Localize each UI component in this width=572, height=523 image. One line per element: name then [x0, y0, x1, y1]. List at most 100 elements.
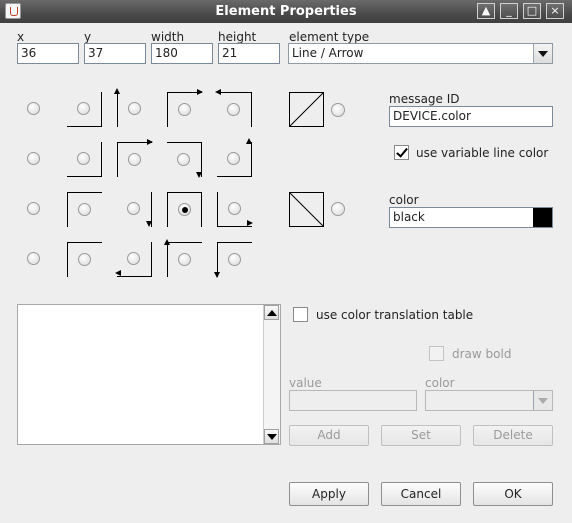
- line-style-radio[interactable]: [227, 152, 240, 165]
- y-label: y: [84, 30, 92, 44]
- line-style-radio[interactable]: [27, 102, 40, 115]
- diagonal-up-radio[interactable]: [331, 103, 345, 117]
- y-input[interactable]: 37: [84, 43, 146, 64]
- element-type-select[interactable]: Line / Arrow: [288, 43, 553, 64]
- diagonal-down-option[interactable]: [289, 192, 324, 227]
- arrow-left-icon: [215, 89, 221, 95]
- height-input[interactable]: 21: [218, 43, 280, 64]
- width-label: width: [151, 30, 185, 44]
- line-style-radio[interactable]: [128, 102, 141, 115]
- line-style-radio[interactable]: [178, 253, 191, 266]
- message-id-label: message ID: [389, 92, 460, 106]
- line-style-radio[interactable]: [228, 202, 241, 215]
- line-style-cell[interactable]: [17, 242, 52, 277]
- use-color-translation-table-label: use color translation table: [316, 308, 474, 322]
- color-translation-list[interactable]: [17, 304, 281, 445]
- translation-color-select[interactable]: [425, 390, 553, 411]
- line-style-radio[interactable]: [177, 153, 190, 166]
- arrow-up-icon: [114, 88, 120, 94]
- x-label: x: [17, 30, 25, 44]
- line-style-cell[interactable]: [214, 242, 252, 278]
- line-style-radio[interactable]: [78, 253, 91, 266]
- minimize-icon[interactable]: _: [500, 3, 518, 19]
- arrow-up-icon: [246, 138, 252, 144]
- diagonal-up-icon: [290, 93, 323, 126]
- line-style-cell[interactable]: [67, 192, 102, 227]
- line-style-radio[interactable]: [127, 202, 140, 215]
- element-type-value: Line / Arrow: [292, 46, 364, 60]
- line-style-cell[interactable]: [114, 88, 152, 127]
- line-style-cell[interactable]: [167, 142, 202, 178]
- arrow-right-icon: [147, 139, 153, 145]
- line-style-radio[interactable]: [228, 253, 241, 266]
- draw-bold-label: draw bold: [452, 347, 512, 361]
- line-style-cell[interactable]: [67, 142, 102, 177]
- line-style-cell[interactable]: [17, 142, 52, 177]
- use-color-translation-table-checkbox[interactable]: [293, 307, 308, 322]
- arrow-up-icon: [164, 239, 170, 245]
- value-input[interactable]: [289, 390, 417, 411]
- line-style-cell[interactable]: [67, 92, 102, 127]
- diagonal-down-radio[interactable]: [331, 202, 345, 216]
- arrow-down-icon: [146, 221, 152, 227]
- color-input[interactable]: black: [389, 207, 553, 228]
- line-style-radio[interactable]: [127, 252, 140, 265]
- line-style-radio[interactable]: [128, 153, 141, 166]
- cancel-button[interactable]: Cancel: [381, 482, 461, 506]
- arrow-left-icon: [115, 270, 121, 276]
- set-button[interactable]: Set: [381, 425, 461, 446]
- line-style-radio[interactable]: [27, 152, 40, 165]
- line-style-cell[interactable]: [17, 192, 52, 227]
- line-style-radio[interactable]: [227, 103, 240, 116]
- pin-icon[interactable]: ▲: [477, 3, 495, 19]
- close-icon[interactable]: ×: [546, 3, 564, 19]
- arrow-right-icon: [197, 89, 203, 95]
- ok-button[interactable]: OK: [473, 482, 553, 506]
- height-label: height: [218, 30, 257, 44]
- diagonal-up-option[interactable]: [289, 92, 324, 127]
- line-style-radio[interactable]: [178, 103, 191, 116]
- apply-button[interactable]: Apply: [289, 482, 369, 506]
- line-style-cell[interactable]: [167, 192, 202, 227]
- line-style-radio[interactable]: [27, 202, 40, 215]
- diagonal-down-icon: [290, 193, 323, 226]
- arrow-down-icon: [196, 172, 202, 178]
- arrow-right-icon: [247, 220, 253, 226]
- draw-bold-checkbox[interactable]: [429, 346, 444, 361]
- message-id-input[interactable]: DEVICE.color: [389, 106, 553, 127]
- use-variable-line-color-checkbox[interactable]: [394, 145, 409, 160]
- arrow-down-icon: [214, 272, 220, 278]
- translation-color-label: color: [425, 376, 455, 390]
- line-style-cell[interactable]: [217, 138, 252, 177]
- line-style-cell[interactable]: [115, 242, 152, 277]
- x-input[interactable]: 36: [17, 43, 79, 64]
- line-style-cell[interactable]: [17, 92, 52, 127]
- line-style-cell[interactable]: [117, 192, 152, 227]
- value-label: value: [289, 376, 322, 390]
- line-style-radio[interactable]: [77, 102, 90, 115]
- line-style-cell[interactable]: [215, 89, 252, 127]
- scroll-down-icon[interactable]: [264, 429, 279, 444]
- line-style-radio[interactable]: [78, 203, 91, 216]
- color-swatch[interactable]: [533, 208, 552, 227]
- width-input[interactable]: 180: [151, 43, 213, 64]
- line-style-cell[interactable]: [167, 89, 203, 127]
- list-scrollbar[interactable]: [263, 305, 280, 444]
- chevron-down-icon[interactable]: [533, 391, 552, 410]
- element-type-label: element type: [289, 30, 370, 44]
- color-label: color: [389, 193, 419, 207]
- line-style-cell[interactable]: [67, 242, 102, 277]
- line-style-radio-selected[interactable]: [178, 203, 191, 216]
- line-style-radio[interactable]: [27, 252, 40, 265]
- line-style-radio[interactable]: [77, 152, 90, 165]
- line-style-cell[interactable]: [217, 192, 253, 227]
- use-variable-line-color-label: use variable line color: [416, 146, 549, 160]
- color-value: black: [393, 210, 425, 224]
- chevron-down-icon[interactable]: [533, 44, 552, 63]
- line-style-cell[interactable]: [117, 139, 153, 177]
- add-button[interactable]: Add: [289, 425, 369, 446]
- scroll-up-icon[interactable]: [264, 305, 279, 320]
- delete-button[interactable]: Delete: [473, 425, 553, 446]
- line-style-cell[interactable]: [164, 239, 202, 277]
- maximize-icon[interactable]: □: [523, 3, 541, 19]
